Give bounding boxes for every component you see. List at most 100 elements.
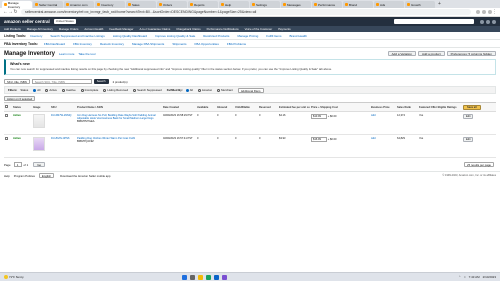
listing-tool-link[interactable]: Restricted Products — [203, 34, 229, 38]
column-header[interactable]: Price + Shipping Cost — [310, 106, 370, 109]
tray-up-icon[interactable]: ⌃ — [458, 275, 461, 279]
filter-search-suppressed[interactable]: Search Suppressed — [133, 88, 162, 92]
column-header[interactable]: Inbound — [216, 106, 234, 109]
listing-tool-link[interactable]: Fulfill Items — [266, 34, 281, 38]
app-icon[interactable] — [221, 274, 227, 280]
search-input[interactable]: Search SKU, Title, ISBN — [31, 79, 92, 84]
listing-tool-link[interactable]: Inventory — [30, 34, 42, 38]
fulfilled-amazon[interactable]: Amazon — [197, 88, 212, 92]
fba-tool-link[interactable]: FBA Dashboard — [44, 42, 65, 46]
marketplace-selector[interactable]: United States — [53, 19, 76, 24]
browser-tab[interactable]: Messages — [281, 1, 311, 8]
browser-tab[interactable]: Help — [219, 1, 249, 8]
price-input[interactable]: $13.99 — [311, 114, 327, 119]
sku-link[interactable]: DU-6M7W-2NMQ — [51, 114, 71, 117]
start-icon[interactable] — [181, 274, 187, 280]
nav-item[interactable]: Feedback Manager — [109, 27, 133, 31]
mobile-app-text[interactable]: Download the Amazon Seller mobile app — [60, 174, 110, 178]
sku-link[interactable]: DU-8G6V-4PN6 — [51, 137, 69, 140]
price-input[interactable]: $16.99 — [311, 137, 327, 142]
browser-tab[interactable]: Sales — [126, 1, 156, 8]
column-header[interactable]: SKU — [50, 106, 76, 109]
listing-tool-link[interactable]: Improve Listing Quality & Sale — [155, 34, 195, 38]
row-select[interactable] — [4, 137, 12, 141]
reload-icon[interactable]: ↻ — [13, 9, 18, 15]
wifi-icon[interactable]: ≈ — [464, 275, 466, 279]
column-header[interactable]: Available — [196, 106, 216, 109]
add-variation-button[interactable]: Add a Variation — [387, 51, 416, 56]
browser-tab[interactable]: Ads — [374, 1, 404, 8]
browser-tab[interactable]: Performance — [312, 1, 342, 8]
fba-tool-link[interactable]: Restock Inventory — [100, 42, 124, 46]
product-thumbnail[interactable] — [33, 114, 45, 128]
file-explorer-icon[interactable] — [197, 274, 203, 280]
bulk-action-select[interactable]: Action on 0 selected — [4, 95, 36, 101]
column-header[interactable]: Sales Rank — [396, 106, 418, 109]
browser-tab[interactable]: Brand — [343, 1, 373, 8]
column-header[interactable]: Product Name / ASIN — [76, 106, 162, 109]
address-bar[interactable]: sellercentral.amazon.com/inventory/ref=x… — [21, 9, 471, 15]
nav-item[interactable]: Chargeback Claims — [176, 27, 200, 31]
filter-listing-removed[interactable]: Listing Removed — [103, 88, 128, 92]
filter-all[interactable]: All — [33, 88, 40, 92]
save-all-button[interactable]: Save all — [463, 104, 481, 110]
fba-tool-link[interactable]: FBA Problems — [227, 42, 246, 46]
filter-incomplete[interactable]: Incomplete — [80, 88, 98, 92]
add-business-price-link[interactable]: Add — [371, 137, 376, 140]
edge-icon[interactable] — [213, 274, 219, 280]
clock-time[interactable]: 7:43 AM — [469, 275, 480, 279]
chrome-icon[interactable] — [205, 274, 211, 280]
browser-tab[interactable]: Inventory — [95, 1, 125, 8]
edit-button[interactable]: Edit — [463, 114, 474, 119]
new-tab-button[interactable]: + — [438, 1, 441, 8]
browser-tab[interactable]: Seller Central — [33, 1, 63, 8]
global-search-input[interactable] — [394, 19, 474, 24]
listing-tool-link[interactable]: Search Suppressed and Inactive Listings — [50, 34, 104, 38]
listing-tool-link[interactable]: Listing Quality Dashboard — [113, 34, 147, 38]
nav-item[interactable]: Voice of the Customer — [245, 27, 273, 31]
settings-icon[interactable] — [486, 19, 490, 24]
fba-tool-link[interactable]: Manage FBA Shipments — [132, 42, 164, 46]
column-header[interactable]: Status — [12, 106, 32, 109]
filter-active[interactable]: Active — [45, 88, 57, 92]
fba-tool-link[interactable]: FBA Opportunities — [195, 42, 219, 46]
browser-tab[interactable]: Orders — [157, 1, 187, 8]
search-icon[interactable] — [189, 274, 195, 280]
row-select[interactable] — [4, 114, 12, 118]
additional-filters-select[interactable]: Additional filters — [237, 87, 264, 93]
listing-tool-link[interactable]: Brand Health — [289, 34, 307, 38]
browser-tab[interactable]: Growth — [405, 1, 435, 8]
column-header[interactable]: Estimated fee per unit sold — [278, 106, 310, 109]
column-header[interactable]: Reserved — [258, 106, 278, 109]
page-number-input[interactable]: 1 — [13, 162, 22, 167]
column-header[interactable]: Featured Offer Eligible — [418, 106, 446, 109]
column-header[interactable]: Ratings — [446, 106, 462, 109]
clock-date[interactable]: 2/10/2023 — [483, 275, 496, 279]
nav-item[interactable]: A-to-z Guarantee Claims — [139, 27, 170, 31]
help-link[interactable]: Help — [4, 174, 10, 178]
browser-tab-active[interactable]: Manage Inventory — [2, 1, 32, 9]
edit-button[interactable]: Edit — [463, 137, 474, 142]
product-thumbnail[interactable] — [33, 137, 45, 151]
extension-icon[interactable] — [476, 10, 480, 14]
nav-item[interactable]: Payments — [278, 27, 290, 31]
extension-icon[interactable] — [482, 10, 486, 14]
fba-tool-link[interactable]: FBA Inventory — [73, 42, 92, 46]
results-per-page-select[interactable]: 25 results per page — [464, 162, 494, 167]
browser-tab[interactable]: Amazon.com — [64, 1, 94, 8]
language-select[interactable]: English — [38, 173, 55, 178]
take-tour-link[interactable]: Take the tour — [78, 52, 95, 56]
nav-item[interactable]: Add Products — [4, 27, 21, 31]
listing-tool-link[interactable]: Manage Pricing — [237, 34, 258, 38]
fulfilled-merchant[interactable]: Merchant — [217, 88, 233, 92]
browser-menu-icon[interactable]: ⋮ — [492, 9, 497, 15]
column-header[interactable]: Date Created — [162, 106, 196, 109]
fba-tool-link[interactable]: Shipments — [172, 42, 186, 46]
mail-icon[interactable] — [480, 19, 484, 24]
column-header[interactable]: Unfulfillable — [234, 106, 258, 109]
program-policies-link[interactable]: Program Policies — [14, 174, 35, 178]
browser-tab[interactable]: Reports — [188, 1, 218, 8]
add-product-button[interactable]: Add a product — [417, 51, 445, 56]
go-button[interactable]: Go — [33, 162, 46, 167]
nav-item[interactable]: Manage All Inventory — [27, 27, 53, 31]
